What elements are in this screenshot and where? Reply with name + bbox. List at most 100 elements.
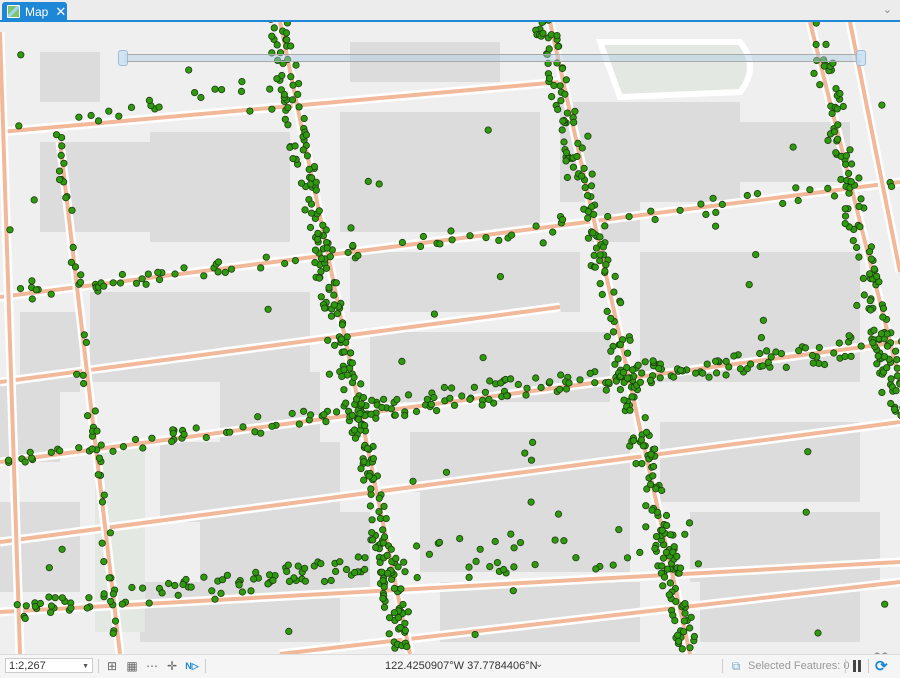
map-canvas[interactable] [0, 22, 900, 654]
tree-point [706, 374, 712, 380]
tree-point [875, 353, 881, 359]
tree-point [420, 233, 426, 239]
add-grid-icon[interactable]: ⊞ [104, 658, 120, 674]
tree-point [180, 581, 186, 587]
tree-point [186, 67, 192, 73]
tree-point [856, 254, 862, 260]
tree-point [383, 515, 389, 521]
tree-point [331, 292, 337, 298]
selected-features[interactable]: Selected Features: 0 [748, 660, 850, 672]
pause-icon[interactable] [852, 660, 862, 672]
tree-point [212, 86, 218, 92]
tree-point [451, 402, 457, 408]
tree-point [385, 570, 391, 576]
tree-point [47, 609, 53, 615]
tree-point [588, 183, 594, 189]
tree-point [608, 348, 614, 354]
close-icon[interactable]: ✕ [55, 5, 66, 18]
tree-point [405, 392, 411, 398]
park [600, 42, 750, 97]
tree-point [384, 552, 390, 558]
tree-point [365, 178, 371, 184]
tree-point [315, 230, 321, 236]
tree-point [861, 292, 867, 298]
divider [98, 659, 99, 673]
tree-point [629, 367, 635, 373]
tree-point [847, 147, 853, 153]
tree-point [602, 223, 608, 229]
tree-point [682, 531, 688, 537]
building [350, 252, 580, 312]
tree-point [640, 443, 646, 449]
tree-point [133, 280, 139, 286]
tree-point [449, 237, 455, 243]
tree-point [355, 554, 361, 560]
tree-point [848, 353, 854, 359]
tree-point [763, 348, 769, 354]
tab-map[interactable]: Map ✕ [2, 2, 67, 21]
tree-point [240, 424, 246, 430]
selection-icon[interactable]: ⧉ [728, 658, 744, 674]
tree-point [307, 412, 313, 418]
tree-point [308, 210, 314, 216]
tree-point [353, 396, 359, 402]
refresh-icon[interactable]: ⟳ [875, 657, 888, 675]
time-slider[interactable] [118, 52, 866, 62]
tree-point [856, 203, 862, 209]
tree-point [323, 265, 329, 271]
tree-point [850, 237, 856, 243]
chevron-down-icon[interactable]: ⌄ [883, 3, 892, 16]
tree-point [181, 431, 187, 437]
tree-point [399, 358, 405, 364]
tree-point [222, 269, 228, 275]
tree-point [604, 334, 610, 340]
tree-point [120, 443, 126, 449]
tree-point [298, 180, 304, 186]
tree-point [56, 168, 62, 174]
tree-point [78, 272, 84, 278]
layer-tools-icon[interactable]: ⋯ [144, 658, 160, 674]
tree-point [447, 395, 453, 401]
scale-selector[interactable]: 1:2,267 ▼ [5, 658, 93, 673]
tree-point [143, 281, 149, 287]
tree-point [870, 340, 876, 346]
time-slider-track[interactable] [124, 54, 862, 62]
tree-point [496, 237, 502, 243]
tree-point [713, 209, 719, 215]
tree-point [86, 595, 92, 601]
map-view[interactable] [0, 22, 900, 654]
tree-point [610, 329, 616, 335]
tree-point [617, 386, 623, 392]
divider [845, 659, 846, 673]
tree-point [17, 285, 23, 291]
table-icon[interactable]: ▦ [124, 658, 140, 674]
time-slider-end-handle[interactable] [856, 50, 866, 66]
tree-point [172, 582, 178, 588]
crosshair-icon[interactable]: ✛ [164, 658, 180, 674]
tree-point [836, 340, 842, 346]
tree-point [101, 591, 107, 597]
tree-point [477, 546, 483, 552]
tree-point [339, 373, 345, 379]
tree-point [203, 434, 209, 440]
tree-point [648, 208, 654, 214]
tree-point [426, 551, 432, 557]
tree-point [388, 406, 394, 412]
tree-point [23, 603, 29, 609]
tree-point [795, 197, 801, 203]
tree-point [688, 614, 694, 620]
north-arrow-icon[interactable]: N▷ [184, 658, 200, 674]
tree-point [101, 492, 107, 498]
tree-point [778, 350, 784, 356]
tree-point [796, 348, 802, 354]
tree-point [860, 275, 866, 281]
chevron-down-icon[interactable]: ⌄ [535, 659, 543, 670]
time-slider-start-handle[interactable] [118, 50, 128, 66]
tree-point [29, 296, 35, 302]
divider [722, 659, 723, 673]
tree-point [80, 380, 86, 386]
tree-point [349, 412, 355, 418]
tree-point [557, 83, 563, 89]
tree-point [559, 216, 565, 222]
tree-point [156, 276, 162, 282]
